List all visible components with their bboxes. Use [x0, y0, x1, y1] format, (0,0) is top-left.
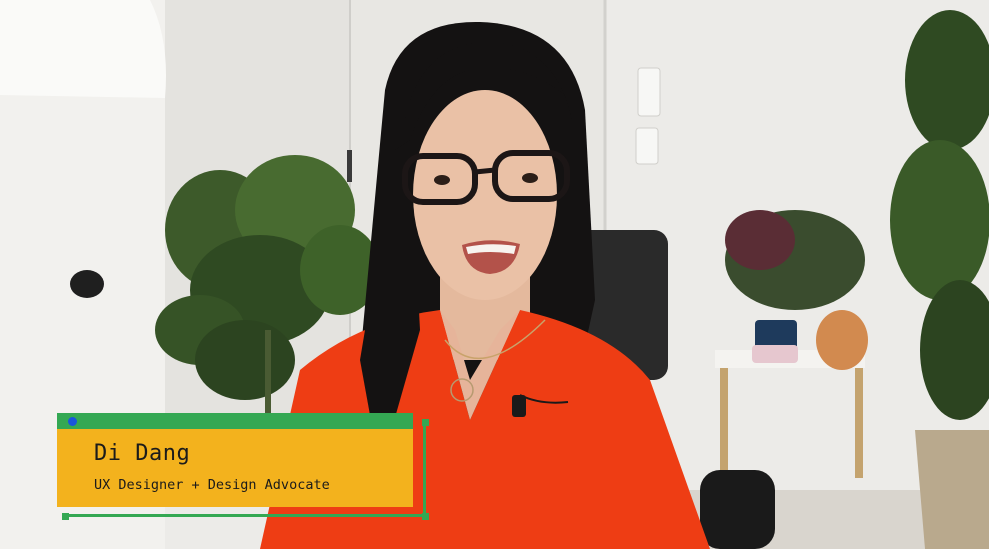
record-dot-icon [68, 417, 77, 426]
lower-third-corner-bl [62, 513, 69, 520]
lower-third-corner-br [422, 513, 429, 520]
door-hinge [347, 150, 352, 182]
video-frame: Di Dang UX Designer + Design Advocate [0, 0, 989, 549]
speaker-title: UX Designer + Design Advocate [94, 477, 330, 493]
speaker-name: Di Dang [94, 441, 191, 466]
lamp-shade [0, 0, 166, 98]
lower-third-top-bar [57, 413, 413, 429]
switch-plate-top [637, 67, 661, 117]
lower-third-corner-tr [422, 419, 429, 426]
switch-plate-bottom [635, 127, 659, 165]
name-lower-third: Di Dang UX Designer + Design Advocate [57, 413, 429, 521]
cabinet-knob [70, 270, 104, 298]
